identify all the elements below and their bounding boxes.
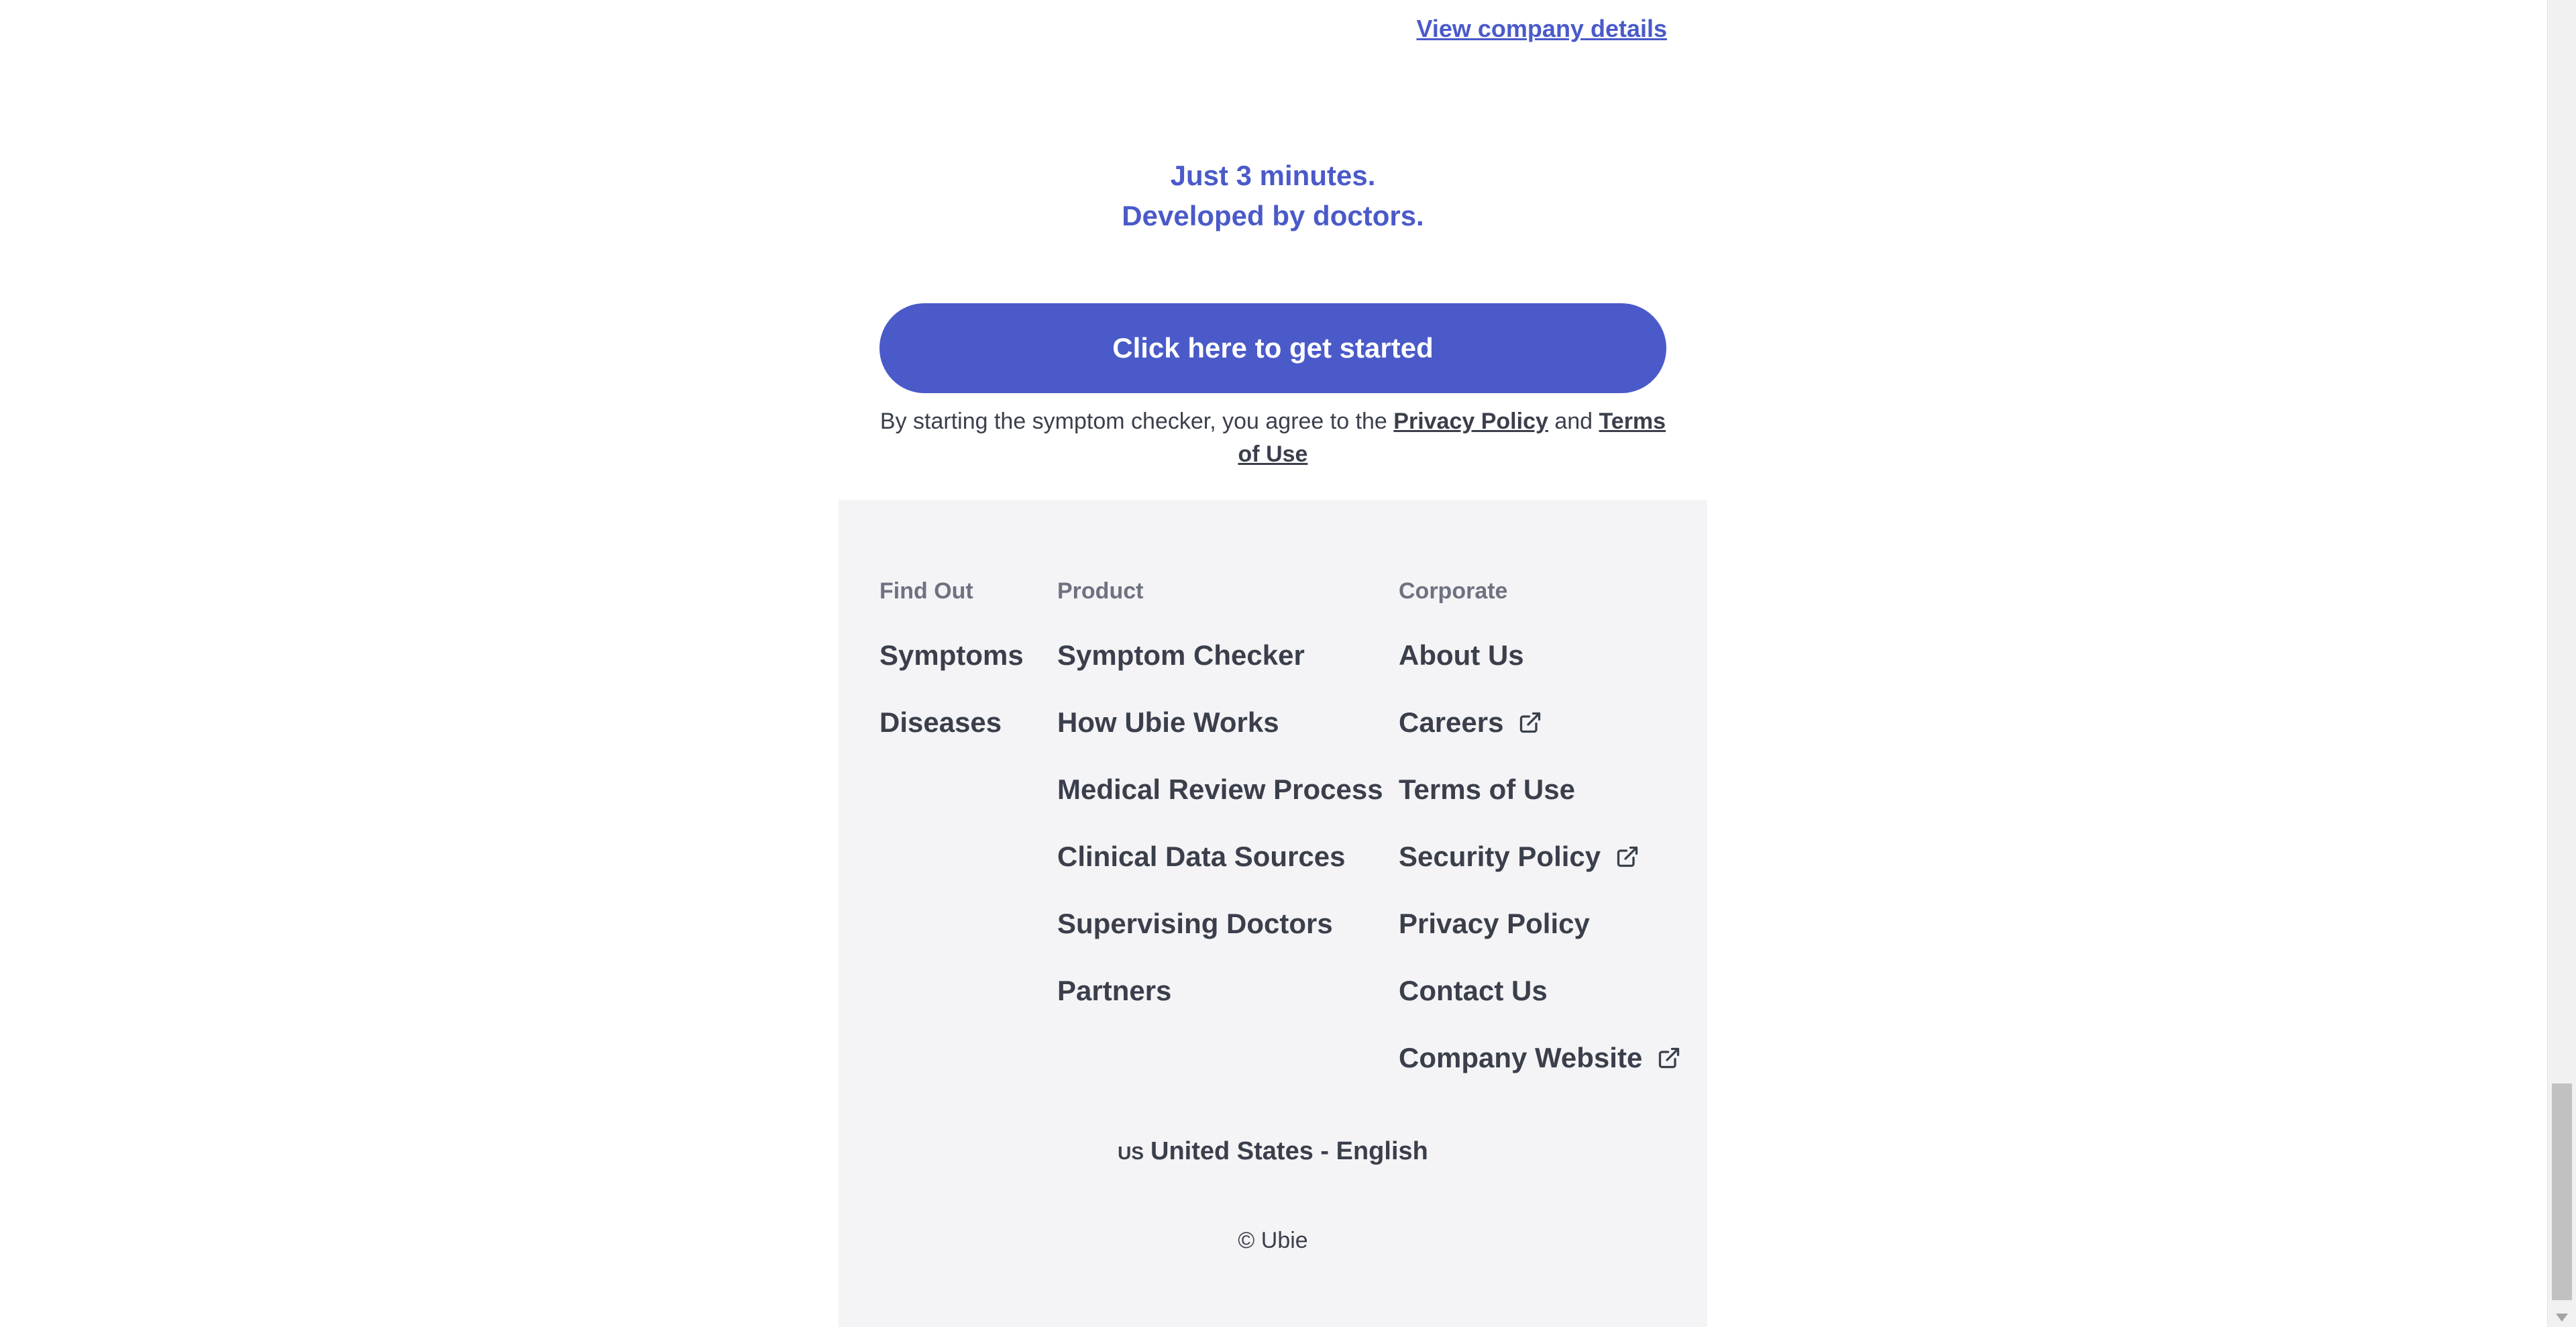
scroll-down-arrow-icon[interactable] [2556, 1314, 2568, 1322]
footer-find-out-list: Symptoms Diseases [879, 635, 1024, 743]
page: View company details Just 3 minutes. Dev… [0, 0, 2576, 1327]
footer-link-label: Medical Review Process [1057, 774, 1383, 805]
footer-careers-link[interactable]: Careers [1399, 702, 1681, 743]
footer-link-label: Symptom Checker [1057, 639, 1305, 671]
footer-heading-corporate: Corporate [1399, 578, 1508, 604]
footer-product-list: Symptom Checker How Ubie Works Medical Rev… [1057, 635, 1383, 1011]
footer-column-product: Product Symptom Checker How Ubie Works Med… [1057, 574, 1383, 1038]
footer-security-policy-link[interactable]: Security Policy [1399, 837, 1681, 877]
footer-clinical-data-sources-link[interactable]: Clinical Data Sources [1057, 837, 1383, 877]
external-link-icon [1617, 846, 1638, 867]
external-link-icon [1659, 1047, 1680, 1069]
copyright: © Ubie [1238, 1228, 1308, 1253]
country-code: US [1118, 1143, 1144, 1163]
consent-and: and [1554, 409, 1593, 434]
footer-column-corporate: Corporate About Us Careers Terms of Use Sec… [1399, 574, 1681, 1105]
footer-link-label: Clinical Data Sources [1057, 841, 1346, 872]
footer-link-label: Partners [1057, 975, 1172, 1006]
footer-heading-find-out: Find Out [879, 578, 973, 604]
footer-supervising-doctors-link[interactable]: Supervising Doctors [1057, 904, 1383, 944]
footer-column-find-out: Find Out Symptoms Diseases [879, 574, 1024, 769]
footer-link-label: Security Policy [1399, 841, 1601, 872]
footer-company-website-link[interactable]: Company Website [1399, 1038, 1681, 1078]
footer-link-label: About Us [1399, 639, 1524, 671]
locale-label: United States - English [1150, 1137, 1428, 1165]
consent-text: By starting the symptom checker, you agr… [879, 405, 1666, 471]
footer-link-label: Supervising Doctors [1057, 908, 1333, 939]
get-started-button[interactable]: Click here to get started [879, 303, 1666, 393]
footer-contact-us-link[interactable]: Contact Us [1399, 971, 1681, 1011]
footer-about-us-link[interactable]: About Us [1399, 635, 1681, 676]
footer-symptoms-link[interactable]: Symptoms [879, 635, 1024, 676]
footer-link-label: Privacy Policy [1399, 908, 1590, 939]
footer-terms-of-use-link[interactable]: Terms of Use [1399, 769, 1681, 810]
consent-prefix: By starting the symptom checker, you agr… [879, 409, 1387, 434]
footer-partners-link[interactable]: Partners [1057, 971, 1383, 1011]
footer-link-label: Company Website [1399, 1042, 1643, 1073]
footer-link-label: Diseases [879, 706, 1002, 738]
footer-link-label: How Ubie Works [1057, 706, 1279, 738]
footer-privacy-policy-link[interactable]: Privacy Policy [1399, 904, 1681, 944]
footer-link-label: Careers [1399, 706, 1504, 738]
privacy-policy-link[interactable]: Privacy Policy [1393, 409, 1548, 434]
vertical-scrollbar[interactable] [2547, 0, 2576, 1327]
footer-corporate-list: About Us Careers Terms of Use Security Poli… [1399, 635, 1681, 1078]
footer: Find Out Symptoms Diseases Product Sympto… [839, 500, 1707, 1327]
footer-medical-review-process-link[interactable]: Medical Review Process [1057, 769, 1383, 810]
footer-heading-product: Product [1057, 578, 1144, 604]
locale-selector[interactable]: US United States - English [839, 1137, 1707, 1166]
footer-symptom-checker-link[interactable]: Symptom Checker [1057, 635, 1383, 676]
footer-link-label: Symptoms [879, 639, 1024, 671]
external-link-icon [1520, 712, 1541, 733]
view-company-details-link[interactable]: View company details [1417, 15, 1667, 43]
scrollbar-thumb[interactable] [2552, 1083, 2572, 1300]
tagline-line-2: Developed by doctors. [1122, 200, 1424, 231]
footer-link-label: Contact Us [1399, 975, 1548, 1006]
footer-how-ubie-works-link[interactable]: How Ubie Works [1057, 702, 1383, 743]
footer-diseases-link[interactable]: Diseases [879, 702, 1024, 743]
footer-link-label: Terms of Use [1399, 774, 1575, 805]
tagline-line-1: Just 3 minutes. [1170, 160, 1376, 191]
